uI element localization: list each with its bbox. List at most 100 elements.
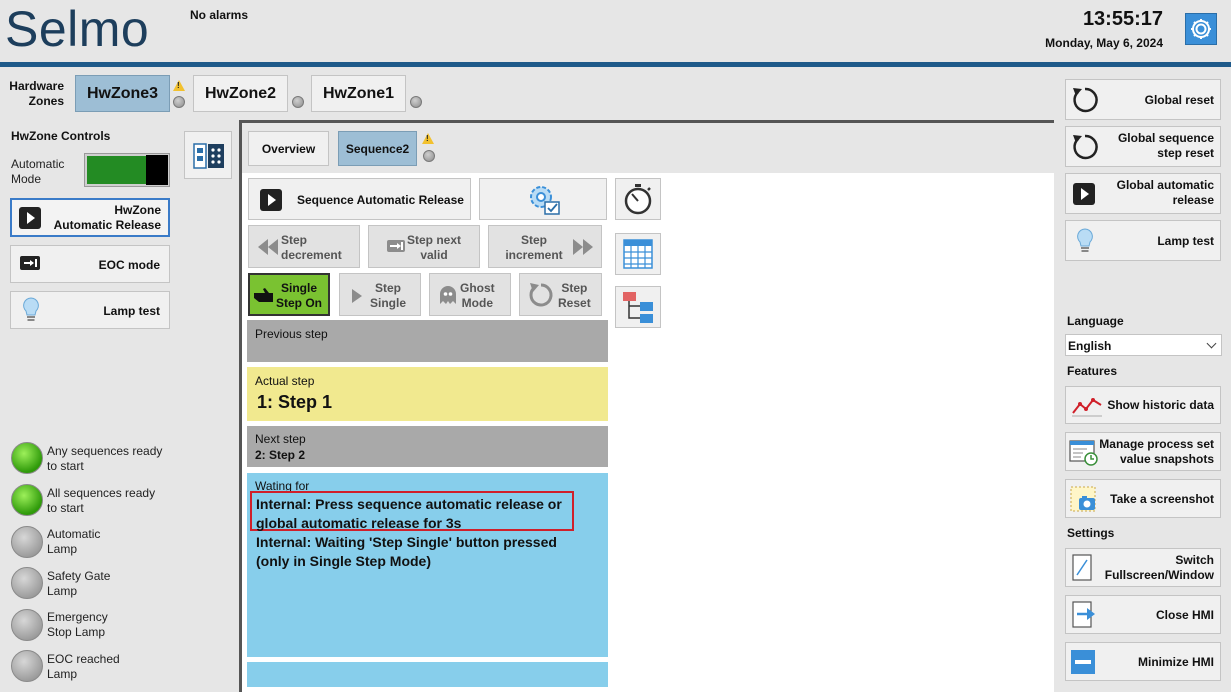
eoc-mode-label: EOC mode: [98, 258, 160, 272]
take-screenshot-button[interactable]: Take a screenshot: [1065, 479, 1221, 518]
ghost-mode-label: Ghost Mode: [460, 281, 495, 311]
single-step-on-label: Single Step On: [276, 281, 322, 311]
play-icon-global: [1073, 183, 1095, 205]
stopwatch-icon: [624, 184, 652, 215]
global-automatic-release-button[interactable]: Global automatic release: [1065, 173, 1221, 214]
hwzone-automatic-release-label: HwZone Automatic Release: [54, 203, 161, 233]
lightbulb-icon-right: [1077, 228, 1093, 252]
tab-hwzone1[interactable]: HwZone1: [311, 75, 406, 112]
grid-table-icon: [623, 239, 653, 269]
sequence-diagram-button[interactable]: [615, 286, 661, 328]
any-sequences-ready-lamp: [11, 442, 43, 474]
step-single-line2: Single: [370, 296, 407, 310]
step-decrement-line1: Step: [281, 233, 308, 247]
fast-forward-icon: [573, 239, 593, 255]
lamp-test-button-right[interactable]: Lamp test: [1065, 220, 1221, 261]
step-increment-line2: increment: [505, 248, 563, 262]
hardware-zones-label: Hardware Zones: [6, 79, 64, 109]
settings-button[interactable]: [1185, 13, 1217, 45]
step-reset-label: Step Reset: [558, 281, 591, 311]
reset-arrow-icon: [529, 283, 553, 307]
manage-snapshots-line1: Manage process set: [1099, 437, 1214, 451]
step-single-button[interactable]: Step Single: [339, 273, 421, 316]
global-auto-release-line1: Global automatic: [1116, 178, 1214, 192]
step-next-valid-label: Step next valid: [407, 233, 461, 263]
tab-hwzone3[interactable]: HwZone3: [75, 75, 170, 112]
global-sequence-step-reset-button[interactable]: Global sequence step reset: [1065, 126, 1221, 167]
switch-fullscreen-line2: Fullscreen/Window: [1104, 568, 1214, 582]
chevron-down-icon: [1206, 338, 1217, 349]
play-icon-sequence: [260, 189, 282, 211]
actual-step-panel: Actual step 1: Step 1: [247, 367, 608, 421]
take-screenshot-label: Take a screenshot: [1110, 492, 1214, 506]
camera-screenshot-icon: [1070, 486, 1096, 512]
eoc-reached-lamp-label: EOC reached Lamp: [47, 652, 120, 682]
fullscreen-switch-icon: [1072, 554, 1092, 581]
ghost-mode-button[interactable]: Ghost Mode: [429, 273, 511, 316]
close-hmi-label: Close HMI: [1155, 608, 1214, 622]
single-step-on-line2: Step On: [276, 296, 323, 310]
show-historic-data-button[interactable]: Show historic data: [1065, 386, 1221, 424]
control-panel-icon: [193, 143, 224, 169]
step-next-icon: [387, 240, 405, 252]
safety-gate-lamp-label: Safety Gate Lamp: [47, 569, 110, 599]
switch-fullscreen-button[interactable]: Switch Fullscreen/Window: [1065, 548, 1221, 587]
flowchart-icon: [623, 292, 653, 323]
switch-fullscreen-line1: Switch: [1175, 553, 1214, 567]
snapshot-window-icon: [1069, 440, 1098, 466]
lamp-test-label-right: Lamp test: [1157, 234, 1214, 248]
step-next-valid-button[interactable]: Step next valid: [368, 225, 480, 268]
tab-overview[interactable]: Overview: [248, 131, 329, 166]
hwzone2-status-dot: [292, 96, 304, 108]
status-lamp-2-line1: Automatic: [47, 527, 101, 541]
lamp-test-button-left[interactable]: Lamp test: [10, 291, 170, 329]
language-select-value: English: [1068, 339, 1112, 353]
waiting-for-panel: Wating for Internal: Press sequence auto…: [247, 473, 608, 657]
close-hmi-button[interactable]: Close HMI: [1065, 595, 1221, 634]
exit-arrow-icon: [1072, 601, 1095, 628]
sequence-settings-button[interactable]: [479, 178, 607, 220]
hwzone-automatic-release-button[interactable]: HwZone Automatic Release: [10, 198, 170, 237]
language-select[interactable]: English: [1065, 334, 1222, 356]
tab-sequence2[interactable]: Sequence2: [338, 131, 417, 166]
sequence-automatic-release-button[interactable]: Sequence Automatic Release: [248, 178, 471, 220]
emergency-stop-lamp: [11, 609, 43, 641]
status-lamp-0-line2: to start: [47, 459, 84, 473]
selmo-logo: Selmo: [5, 1, 150, 57]
automatic-mode-toggle-knob: [146, 155, 168, 185]
manage-snapshots-button[interactable]: Manage process set value snapshots: [1065, 432, 1221, 471]
layout-view-button[interactable]: [184, 131, 232, 179]
global-auto-release-line2: release: [1172, 193, 1214, 207]
step-next-valid-line1: Step next: [407, 233, 462, 247]
warning-icon: [173, 80, 185, 91]
tab-hwzone1-label: HwZone1: [322, 85, 395, 102]
gear-icon: [1191, 19, 1211, 39]
step-single-line1: Step: [375, 281, 402, 295]
status-lamp-0-line1: Any sequences ready: [47, 444, 163, 458]
single-step-on-button[interactable]: Single Step On: [248, 273, 330, 316]
gear-schedule-icon: [530, 186, 560, 215]
step-decrement-button[interactable]: Step decrement: [248, 225, 360, 268]
step-reset-button[interactable]: Step Reset: [519, 273, 602, 316]
step-reset-line2: Reset: [558, 296, 591, 310]
tab-hwzone2[interactable]: HwZone2: [193, 75, 288, 112]
global-seq-reset-line1: Global sequence: [1117, 131, 1214, 145]
eoc-reached-lamp: [11, 650, 43, 682]
step-increment-button[interactable]: Step increment: [488, 225, 602, 268]
any-sequences-ready-label: Any sequences ready to start: [47, 444, 162, 474]
minimize-hmi-button[interactable]: Minimize HMI: [1065, 642, 1221, 681]
alarm-status[interactable]: No alarms: [190, 8, 248, 22]
automatic-mode-label: Automatic Mode: [11, 157, 64, 187]
tab-hwzone2-label: HwZone2: [204, 85, 277, 102]
stopwatch-button[interactable]: [615, 178, 661, 220]
show-historic-data-label: Show historic data: [1107, 398, 1214, 412]
automatic-mode-toggle[interactable]: [84, 153, 170, 187]
sequence-automatic-release-label: Sequence Automatic Release: [297, 193, 464, 207]
global-automatic-release-label: Global automatic release: [1117, 178, 1214, 208]
switch-fullscreen-label: Switch Fullscreen/Window: [1105, 553, 1214, 583]
eoc-mode-button[interactable]: EOC mode: [10, 245, 170, 283]
table-view-button[interactable]: [615, 233, 661, 275]
global-reset-button[interactable]: Global reset: [1065, 79, 1221, 120]
automatic-lamp-label: Automatic Lamp: [47, 527, 100, 557]
status-lamp-1-line1: All sequences ready: [47, 486, 156, 500]
